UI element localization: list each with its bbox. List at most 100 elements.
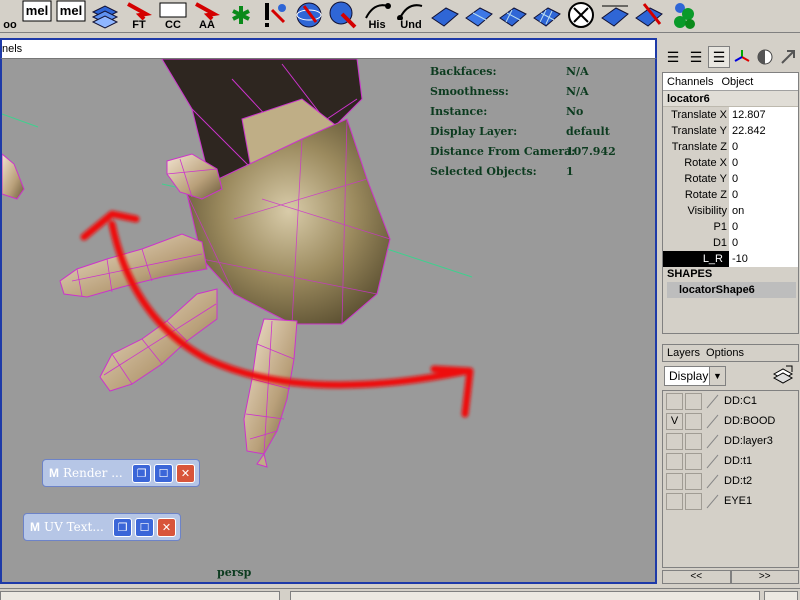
channel-row[interactable]: Visibility on	[663, 203, 798, 219]
maya-window: oo mel mel FT CC AA His Und nels Backfac…	[0, 0, 800, 600]
shelf-loo-button[interactable]: oo	[0, 0, 20, 32]
channel-value[interactable]: -10	[729, 251, 798, 267]
restore-button[interactable]: ❐	[113, 517, 132, 537]
channel-row[interactable]: Rotate Z0	[663, 187, 798, 203]
shelf-plane-button-5[interactable]	[598, 0, 632, 32]
channel-row[interactable]: Translate Z0	[663, 139, 798, 155]
close-button[interactable]: ✕	[157, 517, 176, 537]
shelf-his-button[interactable]: His	[360, 0, 394, 32]
layer-mode-dropdown[interactable]: Display ▼	[664, 366, 726, 386]
shelf-ft-button[interactable]: FT	[122, 0, 156, 32]
shelf-plane-button-4[interactable]	[530, 0, 564, 32]
render-view-minimized[interactable]: M Render ... ❐ ☐ ✕	[42, 459, 200, 487]
shelf-circle-x-button[interactable]	[564, 0, 598, 32]
layer-row[interactable]: DD:C1	[663, 391, 798, 411]
pick-button[interactable]	[777, 46, 799, 68]
axis-button[interactable]	[731, 46, 753, 68]
channel-value[interactable]: 0	[729, 187, 798, 203]
channel-value[interactable]: 0	[729, 139, 798, 155]
template-toggle[interactable]	[685, 452, 702, 470]
shelf-und-button[interactable]: Und	[394, 0, 428, 32]
visibility-toggle[interactable]	[666, 392, 683, 410]
channel-row[interactable]: Rotate Y0	[663, 171, 798, 187]
status-field-3[interactable]	[764, 591, 798, 600]
plane-icon	[431, 7, 459, 27]
layer-row[interactable]: DD:layer3	[663, 431, 798, 451]
shelf-layers-button[interactable]	[88, 0, 122, 32]
status-field-1[interactable]	[0, 591, 280, 600]
close-icon: ✕	[180, 467, 191, 480]
channel-row-selected[interactable]: L_R -10	[663, 251, 798, 267]
list-icon: ☰	[712, 48, 726, 65]
channel-value[interactable]: 22.842	[729, 123, 798, 139]
hud-display-layer-value: default	[566, 125, 610, 138]
shelf-aa-button[interactable]: AA	[190, 0, 224, 32]
maximize-button[interactable]: ☐	[154, 463, 173, 483]
layer-row[interactable]: V DD:BOOD	[663, 411, 798, 431]
shelf-globe-button[interactable]	[292, 0, 326, 32]
shape-node[interactable]: locatorShape6	[667, 282, 796, 298]
shelf-plane-button-3[interactable]	[496, 0, 530, 32]
channels-menu[interactable]: Channels	[667, 76, 713, 88]
options-menu[interactable]: Options	[706, 347, 744, 359]
layer-row[interactable]: EYE1	[663, 491, 798, 511]
visibility-toggle[interactable]: V	[666, 412, 683, 430]
channel-row[interactable]: Translate X 12.807	[663, 107, 798, 123]
shelf-toolbar: oo mel mel FT CC AA His Und	[0, 0, 800, 33]
channel-value[interactable]: 0	[729, 171, 798, 187]
green-asterisk-icon	[232, 6, 250, 24]
visibility-toggle[interactable]	[666, 492, 683, 510]
shelf-mel-button-1[interactable]: mel	[20, 0, 54, 32]
template-toggle[interactable]	[685, 472, 702, 490]
shelf-plane-button-1[interactable]	[428, 0, 462, 32]
shelf-plane-button-6[interactable]	[632, 0, 666, 32]
shelf-asterisk-button[interactable]	[224, 0, 258, 32]
new-layer-icon[interactable]	[772, 364, 794, 386]
list-view-button[interactable]: ☰	[662, 46, 684, 68]
visibility-toggle[interactable]	[666, 452, 683, 470]
channel-value[interactable]: on	[729, 203, 798, 219]
template-toggle[interactable]	[685, 412, 702, 430]
channel-name: Rotate X	[684, 157, 727, 169]
shelf-label: FT	[132, 19, 146, 31]
channel-value[interactable]: 12.807	[729, 107, 798, 123]
channel-row[interactable]: D1 0	[663, 235, 798, 251]
channel-value[interactable]: 0	[729, 219, 798, 235]
shade-button[interactable]	[754, 46, 776, 68]
status-field-2[interactable]	[290, 591, 760, 600]
shelf-bang-button[interactable]	[258, 0, 292, 32]
channel-value[interactable]: 0	[729, 155, 798, 171]
maya-icon: M	[30, 520, 40, 534]
layer-row[interactable]: DD:t2	[663, 471, 798, 491]
maximize-button[interactable]: ☐	[135, 517, 154, 537]
uv-texture-editor-minimized[interactable]: M UV Text... ❐ ☐ ✕	[23, 513, 181, 541]
channel-row[interactable]: Rotate X0	[663, 155, 798, 171]
mel-icon: mel	[56, 0, 86, 22]
restore-button[interactable]: ❐	[132, 463, 151, 483]
channel-box-button[interactable]: ☰	[708, 46, 730, 68]
channel-row[interactable]: P1 0	[663, 219, 798, 235]
layers-menu[interactable]: Layers	[667, 347, 700, 359]
object-menu[interactable]: Object	[721, 76, 753, 88]
list-view-2-button[interactable]: ☰	[685, 46, 707, 68]
selected-object-name[interactable]: locator6	[663, 91, 798, 107]
channel-row[interactable]: Translate Y 22.842	[663, 123, 798, 139]
layer-row[interactable]: DD:t1	[663, 451, 798, 471]
shelf-plane-button-2[interactable]	[462, 0, 496, 32]
visibility-toggle[interactable]	[666, 472, 683, 490]
template-toggle[interactable]	[685, 492, 702, 510]
close-button[interactable]: ✕	[176, 463, 195, 483]
scroll-left-button[interactable]: <<	[662, 570, 731, 584]
middle-finger-mesh	[99, 288, 218, 392]
panel-menu-bar[interactable]: nels	[0, 38, 657, 58]
visibility-toggle[interactable]	[666, 432, 683, 450]
perspective-viewport[interactable]: Backfaces: N/A Smoothness: N/A Instance:…	[0, 58, 657, 584]
template-toggle[interactable]	[685, 392, 702, 410]
template-toggle[interactable]	[685, 432, 702, 450]
shelf-spheres-button[interactable]	[666, 0, 700, 32]
shelf-cc-button[interactable]: CC	[156, 0, 190, 32]
shelf-mel-button-2[interactable]: mel	[54, 0, 88, 32]
shelf-globe-red-button[interactable]	[326, 0, 360, 32]
scroll-right-button[interactable]: >>	[730, 570, 799, 584]
channel-value[interactable]: 0	[729, 235, 798, 251]
